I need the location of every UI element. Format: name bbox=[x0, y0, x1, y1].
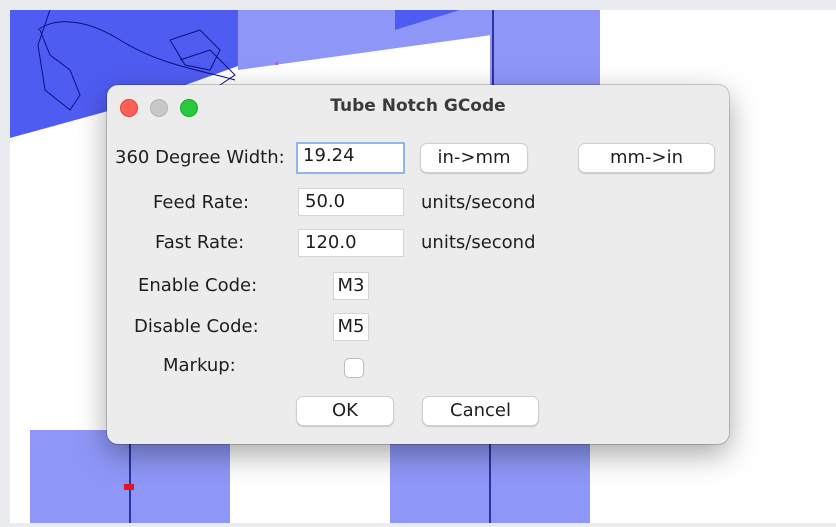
enable-code-label: Enable Code: bbox=[138, 275, 258, 296]
fast-rate-field[interactable]: 120.0 bbox=[298, 229, 404, 257]
mm-to-in-button[interactable]: mm->in bbox=[578, 143, 715, 173]
pink-dot bbox=[275, 62, 278, 65]
feed-rate-label: Feed Rate: bbox=[153, 192, 250, 213]
width-field[interactable]: 19.24 bbox=[296, 142, 405, 174]
red-marker bbox=[124, 484, 134, 490]
dialog-title: Tube Notch GCode bbox=[330, 96, 506, 116]
ok-button[interactable]: OK bbox=[296, 396, 394, 426]
feed-rate-unit: units/second bbox=[421, 192, 536, 213]
markup-label: Markup: bbox=[163, 355, 236, 376]
cancel-button[interactable]: Cancel bbox=[422, 396, 539, 426]
disable-code-field[interactable]: M5 bbox=[333, 313, 369, 341]
feed-rate-field[interactable]: 50.0 bbox=[298, 188, 404, 216]
markup-checkbox[interactable] bbox=[344, 358, 364, 378]
tube-notch-dialog: Tube Notch GCode 360 Degree Width: 19.24… bbox=[107, 85, 729, 444]
enable-code-field[interactable]: M3 bbox=[333, 272, 369, 300]
width-label: 360 Degree Width: bbox=[115, 147, 285, 168]
fast-rate-unit: units/second bbox=[421, 232, 536, 253]
in-to-mm-button[interactable]: in->mm bbox=[420, 143, 528, 173]
disable-code-label: Disable Code: bbox=[134, 316, 259, 337]
fast-rate-label: Fast Rate: bbox=[155, 232, 245, 253]
